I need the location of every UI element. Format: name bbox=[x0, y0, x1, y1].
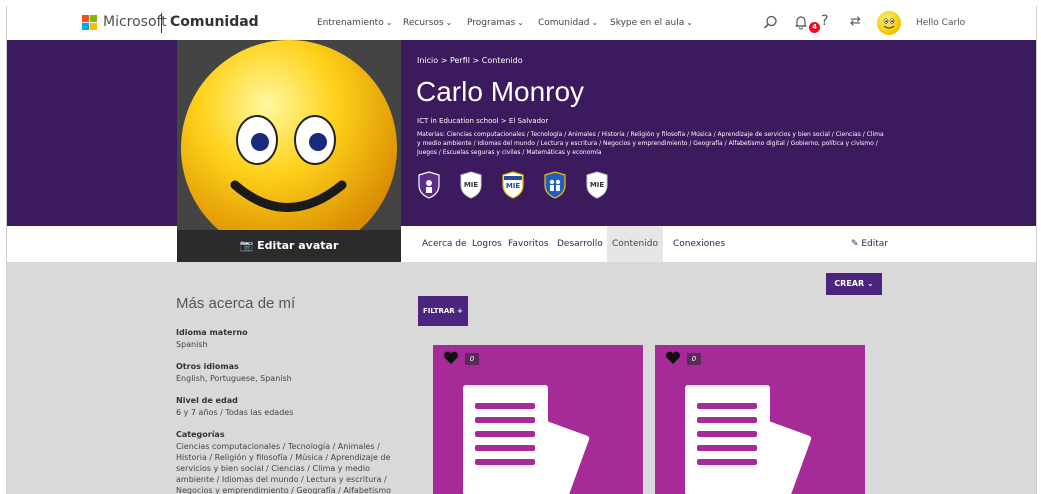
chevron-down-icon: ⌄ bbox=[517, 18, 524, 27]
profile-name: Carlo Monroy bbox=[416, 76, 585, 107]
chevron-down-icon: ⌄ bbox=[686, 18, 693, 27]
menu-programas[interactable]: Programas ⌄ bbox=[467, 18, 524, 28]
heart-icon[interactable] bbox=[665, 351, 681, 365]
age-level-label: Nivel de edad bbox=[176, 396, 238, 405]
tab-contenido[interactable]: Contenido bbox=[607, 226, 663, 262]
edit-profile-button[interactable]: ✎ Editar bbox=[851, 226, 888, 262]
badge-mie-icon[interactable]: MIE bbox=[459, 171, 483, 199]
profile-tab-bar: Acerca de Logros Favoritos Desarrollo Co… bbox=[401, 226, 1036, 262]
chevron-down-icon: ⌄ bbox=[445, 18, 453, 27]
native-language-label: Idioma materno bbox=[176, 328, 248, 337]
menu-entrenamiento[interactable]: Entrenamiento ⌄ bbox=[317, 18, 392, 28]
profile-subjects: Materias: Ciencias computacionales / Tec… bbox=[417, 131, 884, 156]
camera-icon: 📷 bbox=[239, 239, 258, 252]
badge-mie-expert-icon[interactable]: MIE bbox=[501, 171, 525, 199]
menu-comunidad[interactable]: Comunidad ⌄ bbox=[538, 18, 598, 28]
profile-school[interactable]: ICT in Education school > El Salvador bbox=[417, 117, 548, 125]
top-navigation: Microsoft Comunidad Entrenamiento ⌄ Recur… bbox=[7, 6, 1036, 41]
about-title: Más acerca de mí bbox=[176, 295, 296, 312]
tab-conexiones[interactable]: Conexiones bbox=[668, 226, 730, 262]
badge-people-icon[interactable] bbox=[543, 171, 567, 199]
categories-label: Categorías bbox=[176, 430, 225, 439]
microsoft-brand[interactable]: Microsoft bbox=[103, 14, 167, 30]
notification-badge: 4 bbox=[809, 22, 820, 33]
badge-mie-master-icon[interactable]: MIE bbox=[585, 171, 609, 199]
tab-desarrollo[interactable]: Desarrollo bbox=[552, 226, 608, 262]
categories-value: Ciencias computacionales / Tecnología / … bbox=[176, 442, 392, 494]
tab-acerca-de[interactable]: Acerca de bbox=[417, 226, 472, 262]
filter-button[interactable]: FILTRAR + bbox=[418, 296, 468, 326]
content-card[interactable]: 0 bbox=[655, 345, 865, 494]
user-avatar[interactable] bbox=[877, 11, 901, 35]
pencil-icon: ✎ bbox=[850, 239, 862, 249]
document-icon bbox=[685, 385, 770, 494]
tab-favoritos[interactable]: Favoritos bbox=[503, 226, 554, 262]
svg-text:MIE: MIE bbox=[506, 182, 521, 190]
menu-skype[interactable]: Skype en el aula ⌄ bbox=[610, 18, 693, 28]
switch-icon[interactable]: ⇄ bbox=[850, 14, 861, 29]
other-languages-label: Otros idiomas bbox=[176, 362, 239, 371]
age-level-value: 6 y 7 años / Todas las edades bbox=[176, 408, 294, 417]
content-card[interactable]: 0 bbox=[433, 345, 643, 494]
chevron-down-icon: ⌄ bbox=[591, 18, 599, 27]
native-language-value: Spanish bbox=[176, 340, 208, 349]
search-icon[interactable] bbox=[763, 15, 778, 30]
tab-logros[interactable]: Logros bbox=[467, 226, 507, 262]
browser-frame: Microsoft Comunidad Entrenamiento ⌄ Recur… bbox=[6, 6, 1037, 494]
microsoft-logo-icon[interactable] bbox=[82, 15, 98, 31]
edit-avatar-button[interactable]: 📷 Editar avatar bbox=[177, 230, 401, 262]
create-button[interactable]: CREAR ⌄ bbox=[826, 273, 882, 295]
breadcrumb[interactable]: Inicio > Perfil > Contenido bbox=[417, 56, 523, 65]
smiley-avatar-icon bbox=[181, 40, 397, 256]
tab-bar-left-spacer bbox=[7, 226, 177, 262]
menu-recursos[interactable]: Recursos ⌄ bbox=[403, 18, 452, 28]
help-icon[interactable]: ? bbox=[821, 13, 828, 29]
chevron-down-icon: ⌄ bbox=[385, 18, 393, 27]
svg-text:MIE: MIE bbox=[464, 181, 479, 189]
like-count: 0 bbox=[687, 353, 701, 365]
community-link[interactable]: Comunidad bbox=[170, 14, 259, 30]
nav-divider bbox=[161, 13, 162, 33]
svg-text:MIE: MIE bbox=[590, 181, 605, 189]
bell-icon[interactable] bbox=[794, 15, 808, 30]
badge-shield-icon[interactable] bbox=[417, 171, 441, 199]
profile-avatar: 📷 Editar avatar bbox=[177, 40, 401, 262]
like-count: 0 bbox=[465, 353, 479, 365]
document-icon bbox=[463, 385, 548, 494]
chevron-down-icon: ⌄ bbox=[864, 279, 874, 288]
other-languages-value: English, Portuguese, Spanish bbox=[176, 374, 292, 383]
heart-icon[interactable] bbox=[443, 351, 459, 365]
greeting[interactable]: Hello Carlo bbox=[916, 18, 965, 28]
